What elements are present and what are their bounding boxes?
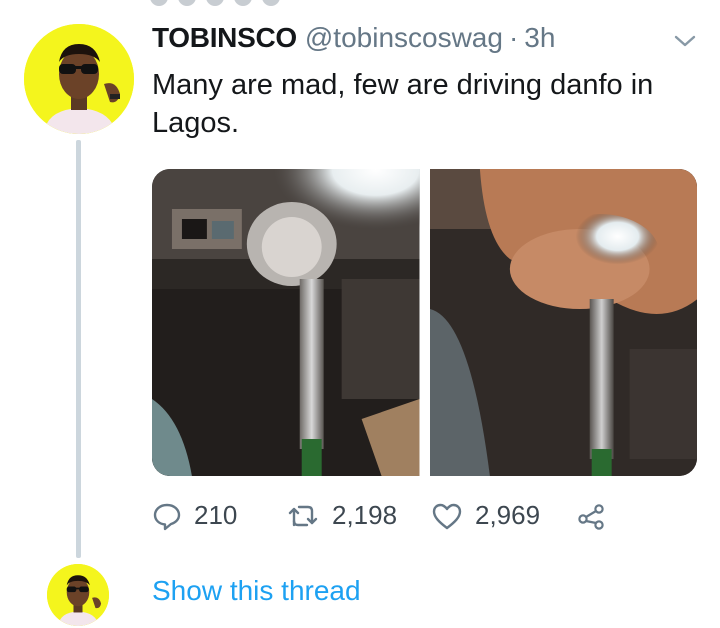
timestamp[interactable]: 3h xyxy=(524,22,555,54)
retweet-icon xyxy=(288,505,318,526)
share-icon xyxy=(578,503,604,530)
user-handle[interactable]: @tobinscoswag xyxy=(305,22,503,54)
tweet-text: Many are mad, few are driving danfo in L… xyxy=(152,69,654,139)
chevron-down-icon[interactable] xyxy=(672,32,698,50)
tweet-media[interactable] xyxy=(152,169,697,476)
author-avatar[interactable] xyxy=(24,24,134,134)
share-button[interactable] xyxy=(576,501,606,531)
show-thread-link[interactable]: Show this thread xyxy=(152,575,361,607)
photo-gear-shift-showerhead xyxy=(152,169,420,476)
avatar-image-small xyxy=(47,564,109,626)
thread-avatar[interactable] xyxy=(47,564,109,626)
photo-hand-on-showerhead xyxy=(429,169,697,476)
display-name[interactable]: TOBINSCO xyxy=(152,22,297,54)
avatar-image xyxy=(24,24,134,134)
reply-icon xyxy=(153,503,181,530)
retweet-button[interactable]: 2,198 xyxy=(286,500,431,531)
reply-button[interactable]: 210 xyxy=(152,500,286,531)
like-count: 2,969 xyxy=(475,500,541,530)
previous-tweet-dots xyxy=(150,0,280,6)
media-photo-1[interactable] xyxy=(152,169,420,476)
tweet-actions: 210 2,198 2,969 xyxy=(152,500,606,531)
retweet-count: 2,198 xyxy=(332,500,398,530)
separator-dot: · xyxy=(508,22,519,53)
heart-icon xyxy=(432,503,462,529)
like-button[interactable]: 2,969 xyxy=(431,500,576,531)
media-photo-2[interactable] xyxy=(429,169,697,476)
reply-count: 210 xyxy=(194,500,238,530)
tweet-header: TOBINSCO @tobinscoswag · 3h xyxy=(152,22,555,54)
thread-connector-line xyxy=(76,140,81,558)
